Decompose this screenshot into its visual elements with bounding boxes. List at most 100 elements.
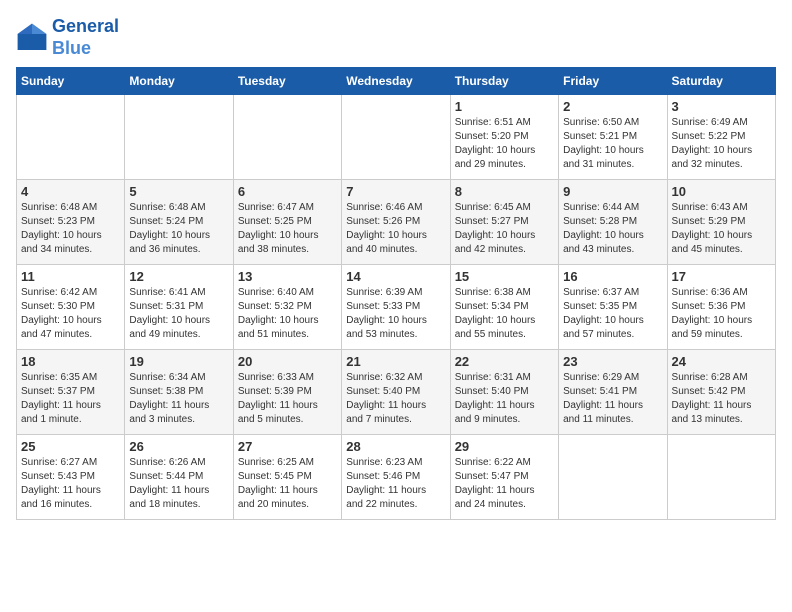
calendar-cell: 14 Sunrise: 6:39 AMSunset: 5:33 PMDayligh… xyxy=(342,265,450,350)
week-row-4: 18 Sunrise: 6:35 AMSunset: 5:37 PMDayligh… xyxy=(17,350,776,435)
calendar-cell: 6 Sunrise: 6:47 AMSunset: 5:25 PMDaylight… xyxy=(233,180,341,265)
calendar-cell xyxy=(559,435,667,520)
day-number: 6 xyxy=(238,184,337,199)
calendar-cell: 11 Sunrise: 6:42 AMSunset: 5:30 PMDayligh… xyxy=(17,265,125,350)
calendar-cell: 16 Sunrise: 6:37 AMSunset: 5:35 PMDayligh… xyxy=(559,265,667,350)
day-info: Sunrise: 6:32 AMSunset: 5:40 PMDaylight:… xyxy=(346,371,445,427)
calendar-cell xyxy=(233,95,341,180)
calendar-body: 1Sunrise: 6:51 AMSunset: 5:20 PMDaylight… xyxy=(17,95,776,520)
day-info: Sunrise: 6:37 AMSunset: 5:35 PMDaylight:… xyxy=(563,286,662,342)
logo: General Blue xyxy=(16,16,119,59)
day-number: 16 xyxy=(563,269,662,284)
day-number: 11 xyxy=(21,269,120,284)
weekday-saturday: Saturday xyxy=(667,68,775,95)
day-info: Sunrise: 6:31 AMSunset: 5:40 PMDaylight:… xyxy=(455,371,554,427)
day-number: 8 xyxy=(455,184,554,199)
calendar-cell xyxy=(667,435,775,520)
day-number: 12 xyxy=(129,269,228,284)
day-number: 22 xyxy=(455,354,554,369)
calendar-cell: 27 Sunrise: 6:25 AMSunset: 5:45 PMDayligh… xyxy=(233,435,341,520)
day-number: 17 xyxy=(672,269,771,284)
day-info: Sunrise: 6:45 AMSunset: 5:27 PMDaylight:… xyxy=(455,201,554,257)
weekday-thursday: Thursday xyxy=(450,68,558,95)
day-info: Sunrise: 6:35 AMSunset: 5:37 PMDaylight:… xyxy=(21,371,120,427)
day-info: Sunrise: 6:34 AMSunset: 5:38 PMDaylight:… xyxy=(129,371,228,427)
calendar-cell: 21 Sunrise: 6:32 AMSunset: 5:40 PMDayligh… xyxy=(342,350,450,435)
day-number: 15 xyxy=(455,269,554,284)
week-row-1: 1Sunrise: 6:51 AMSunset: 5:20 PMDaylight… xyxy=(17,95,776,180)
day-info: Sunrise: 6:22 AMSunset: 5:47 PMDaylight:… xyxy=(455,456,554,512)
logo-icon xyxy=(16,22,48,54)
week-row-5: 25 Sunrise: 6:27 AMSunset: 5:43 PMDayligh… xyxy=(17,435,776,520)
day-number: 23 xyxy=(563,354,662,369)
calendar-cell: 4 Sunrise: 6:48 AMSunset: 5:23 PMDaylight… xyxy=(17,180,125,265)
day-info: Sunrise: 6:46 AMSunset: 5:26 PMDaylight:… xyxy=(346,201,445,257)
calendar-cell: 23 Sunrise: 6:29 AMSunset: 5:41 PMDayligh… xyxy=(559,350,667,435)
day-info: Sunrise: 6:26 AMSunset: 5:44 PMDaylight:… xyxy=(129,456,228,512)
week-row-3: 11 Sunrise: 6:42 AMSunset: 5:30 PMDayligh… xyxy=(17,265,776,350)
calendar-cell: 7 Sunrise: 6:46 AMSunset: 5:26 PMDaylight… xyxy=(342,180,450,265)
calendar-cell: 22 Sunrise: 6:31 AMSunset: 5:40 PMDayligh… xyxy=(450,350,558,435)
weekday-header-row: SundayMondayTuesdayWednesdayThursdayFrid… xyxy=(17,68,776,95)
day-number: 29 xyxy=(455,439,554,454)
logo-text: General Blue xyxy=(52,16,119,59)
weekday-sunday: Sunday xyxy=(17,68,125,95)
day-number: 20 xyxy=(238,354,337,369)
day-number: 21 xyxy=(346,354,445,369)
day-info: Sunrise: 6:47 AMSunset: 5:25 PMDaylight:… xyxy=(238,201,337,257)
day-info: Sunrise: 6:42 AMSunset: 5:30 PMDaylight:… xyxy=(21,286,120,342)
day-number: 14 xyxy=(346,269,445,284)
calendar-cell: 25 Sunrise: 6:27 AMSunset: 5:43 PMDayligh… xyxy=(17,435,125,520)
calendar-cell: 29 Sunrise: 6:22 AMSunset: 5:47 PMDayligh… xyxy=(450,435,558,520)
calendar-cell: 12 Sunrise: 6:41 AMSunset: 5:31 PMDayligh… xyxy=(125,265,233,350)
calendar-cell: 24Sunrise: 6:28 AMSunset: 5:42 PMDayligh… xyxy=(667,350,775,435)
calendar-cell: 20 Sunrise: 6:33 AMSunset: 5:39 PMDayligh… xyxy=(233,350,341,435)
day-number: 27 xyxy=(238,439,337,454)
calendar-cell: 18 Sunrise: 6:35 AMSunset: 5:37 PMDayligh… xyxy=(17,350,125,435)
day-number: 13 xyxy=(238,269,337,284)
day-info: Sunrise: 6:43 AMSunset: 5:29 PMDaylight:… xyxy=(672,201,771,257)
day-number: 3 xyxy=(672,99,771,114)
calendar-cell: 19 Sunrise: 6:34 AMSunset: 5:38 PMDayligh… xyxy=(125,350,233,435)
weekday-tuesday: Tuesday xyxy=(233,68,341,95)
calendar-cell: 2 Sunrise: 6:50 AMSunset: 5:21 PMDaylight… xyxy=(559,95,667,180)
calendar-cell: 26 Sunrise: 6:26 AMSunset: 5:44 PMDayligh… xyxy=(125,435,233,520)
day-info: Sunrise: 6:41 AMSunset: 5:31 PMDaylight:… xyxy=(129,286,228,342)
calendar-cell: 28 Sunrise: 6:23 AMSunset: 5:46 PMDayligh… xyxy=(342,435,450,520)
day-info: Sunrise: 6:29 AMSunset: 5:41 PMDaylight:… xyxy=(563,371,662,427)
day-info: Sunrise: 6:39 AMSunset: 5:33 PMDaylight:… xyxy=(346,286,445,342)
day-info: Sunrise: 6:38 AMSunset: 5:34 PMDaylight:… xyxy=(455,286,554,342)
day-number: 4 xyxy=(21,184,120,199)
day-number: 28 xyxy=(346,439,445,454)
day-info: Sunrise: 6:50 AMSunset: 5:21 PMDaylight:… xyxy=(563,116,662,172)
day-info: Sunrise: 6:51 AMSunset: 5:20 PMDaylight:… xyxy=(455,116,554,172)
day-info: Sunrise: 6:25 AMSunset: 5:45 PMDaylight:… xyxy=(238,456,337,512)
day-number: 5 xyxy=(129,184,228,199)
day-info: Sunrise: 6:33 AMSunset: 5:39 PMDaylight:… xyxy=(238,371,337,427)
day-info: Sunrise: 6:27 AMSunset: 5:43 PMDaylight:… xyxy=(21,456,120,512)
weekday-friday: Friday xyxy=(559,68,667,95)
day-info: Sunrise: 6:48 AMSunset: 5:24 PMDaylight:… xyxy=(129,201,228,257)
calendar-cell: 1Sunrise: 6:51 AMSunset: 5:20 PMDaylight… xyxy=(450,95,558,180)
day-number: 10 xyxy=(672,184,771,199)
day-number: 25 xyxy=(21,439,120,454)
calendar-cell: 5 Sunrise: 6:48 AMSunset: 5:24 PMDaylight… xyxy=(125,180,233,265)
calendar-cell xyxy=(342,95,450,180)
calendar-cell xyxy=(17,95,125,180)
day-number: 19 xyxy=(129,354,228,369)
day-number: 9 xyxy=(563,184,662,199)
day-info: Sunrise: 6:49 AMSunset: 5:22 PMDaylight:… xyxy=(672,116,771,172)
day-number: 18 xyxy=(21,354,120,369)
calendar-cell xyxy=(125,95,233,180)
day-number: 2 xyxy=(563,99,662,114)
day-info: Sunrise: 6:23 AMSunset: 5:46 PMDaylight:… xyxy=(346,456,445,512)
weekday-monday: Monday xyxy=(125,68,233,95)
week-row-2: 4 Sunrise: 6:48 AMSunset: 5:23 PMDaylight… xyxy=(17,180,776,265)
day-number: 26 xyxy=(129,439,228,454)
calendar-cell: 9Sunrise: 6:44 AMSunset: 5:28 PMDaylight… xyxy=(559,180,667,265)
day-info: Sunrise: 6:48 AMSunset: 5:23 PMDaylight:… xyxy=(21,201,120,257)
calendar-cell: 17Sunrise: 6:36 AMSunset: 5:36 PMDayligh… xyxy=(667,265,775,350)
calendar-cell: 8 Sunrise: 6:45 AMSunset: 5:27 PMDaylight… xyxy=(450,180,558,265)
day-number: 7 xyxy=(346,184,445,199)
page-header: General Blue xyxy=(16,16,776,59)
